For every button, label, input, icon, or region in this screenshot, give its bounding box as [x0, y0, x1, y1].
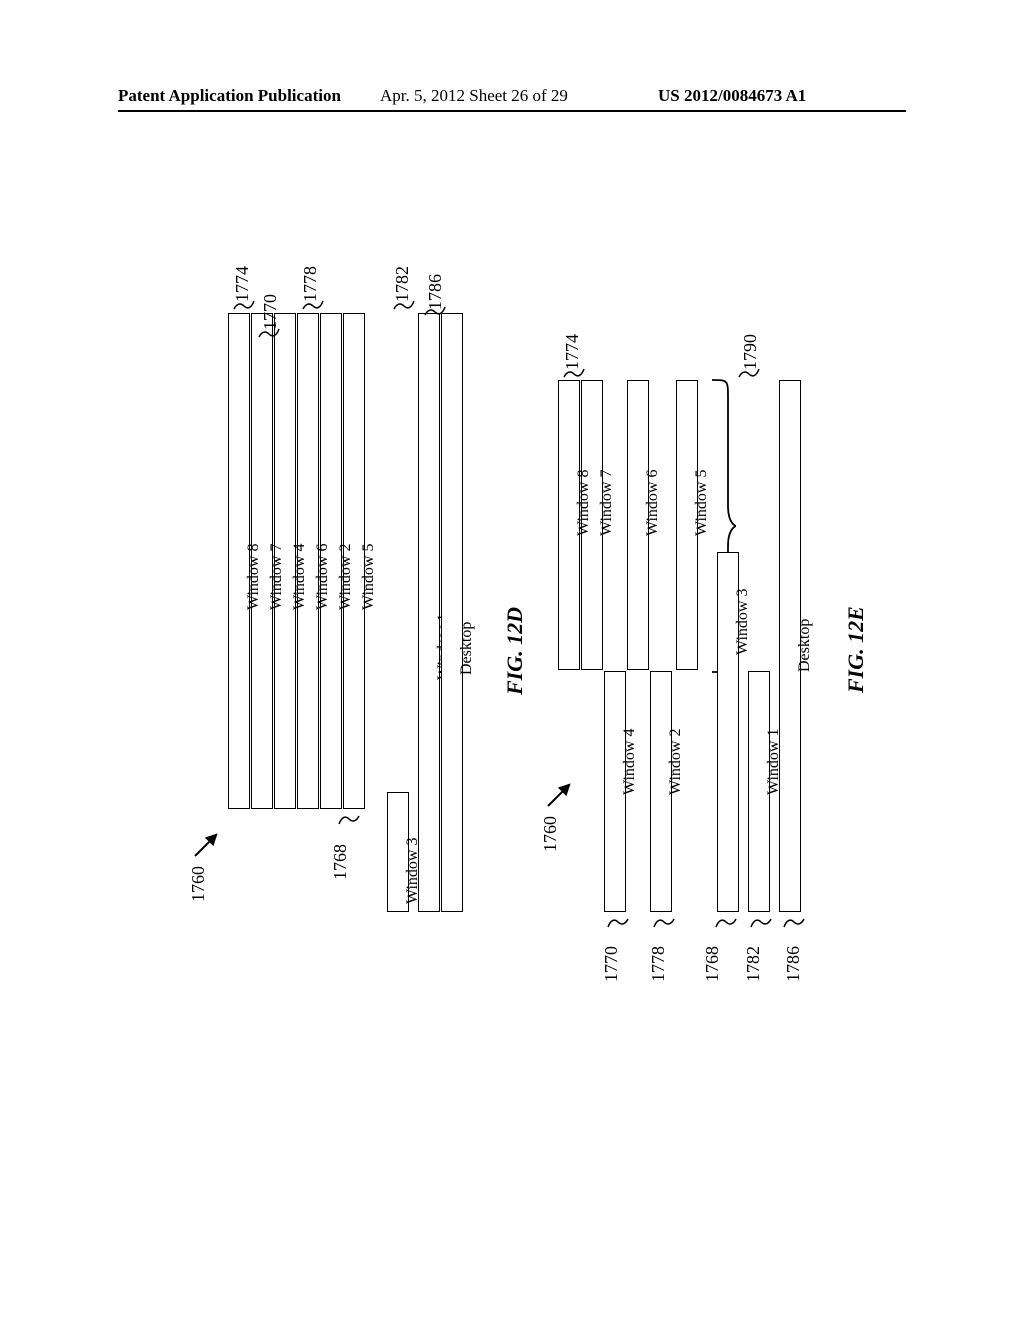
- bar-e-window3-label: Window 3: [734, 589, 752, 655]
- ref-1768-e: 1768: [702, 946, 723, 982]
- ref-1778-e: 1778: [648, 946, 669, 982]
- arrow-1760-d: [194, 834, 217, 857]
- bar-e-desktop-label: Desktop: [796, 619, 814, 672]
- leader-1782-d: [393, 300, 415, 310]
- leader-1786-e: [783, 918, 805, 928]
- ref-1782-d: 1782: [392, 266, 413, 302]
- bar-e-l-1-label: Window 4: [621, 729, 639, 795]
- ref-1768-d: 1768: [330, 844, 351, 880]
- ref-1786-d: 1786: [425, 274, 446, 310]
- ref-1790-e: 1790: [740, 334, 761, 370]
- ref-1760-d: 1760: [188, 866, 209, 902]
- header-rule: [118, 110, 906, 112]
- header-right: US 2012/0084673 A1: [658, 86, 806, 106]
- bar-d-desktop: [441, 313, 463, 912]
- leader-1770-d: [258, 328, 280, 338]
- bar-d-5-label: Window 2: [337, 544, 355, 610]
- header-left: Patent Application Publication: [118, 86, 341, 106]
- ref-1786-e: 1786: [783, 946, 804, 982]
- ref-1778-d: 1778: [300, 266, 321, 302]
- ref-1774-d: 1774: [232, 266, 253, 302]
- bar-e-l-2-label: Window 2: [667, 729, 685, 795]
- bar-d-6-label: Window 5: [360, 544, 378, 610]
- leader-1768-d: [338, 815, 360, 825]
- leader-1774-d: [233, 300, 255, 310]
- fig-12e-caption: FIG. 12E: [843, 606, 869, 693]
- bar-d-1-label: Window 8: [245, 544, 263, 610]
- patent-page: Patent Application Publication Apr. 5, 2…: [0, 0, 1024, 1320]
- ref-1782-e: 1782: [743, 946, 764, 982]
- leader-1782-e: [750, 918, 772, 928]
- bar-d-4-label: Window 6: [314, 544, 332, 610]
- leader-1778-d: [302, 300, 324, 310]
- ref-1770-d: 1770: [260, 294, 281, 330]
- bar-d-desktop-label: Desktop: [458, 622, 476, 675]
- leader-1770-e: [607, 918, 629, 928]
- bar-e-r-1-label: Window 8: [575, 470, 593, 536]
- bar-e-r-2-label: Window 7: [598, 470, 616, 536]
- leader-1778-e: [653, 918, 675, 928]
- leader-1768-e: [715, 918, 737, 928]
- bar-d-2-label: Window 7: [268, 544, 286, 610]
- ref-1770-e: 1770: [601, 946, 622, 982]
- ref-1760-e: 1760: [540, 816, 561, 852]
- bar-d-3-label: Window 4: [291, 544, 309, 610]
- bar-e-r-3-label: Window 6: [644, 470, 662, 536]
- arrow-1760-e: [547, 784, 570, 807]
- header-center: Apr. 5, 2012 Sheet 26 of 29: [380, 86, 568, 106]
- leader-1790-e: [738, 368, 760, 378]
- fig-12d-caption: FIG. 12D: [502, 607, 528, 695]
- leader-1774-e: [563, 368, 585, 378]
- bar-d-window1: [418, 313, 440, 912]
- ref-1774-e: 1774: [562, 334, 583, 370]
